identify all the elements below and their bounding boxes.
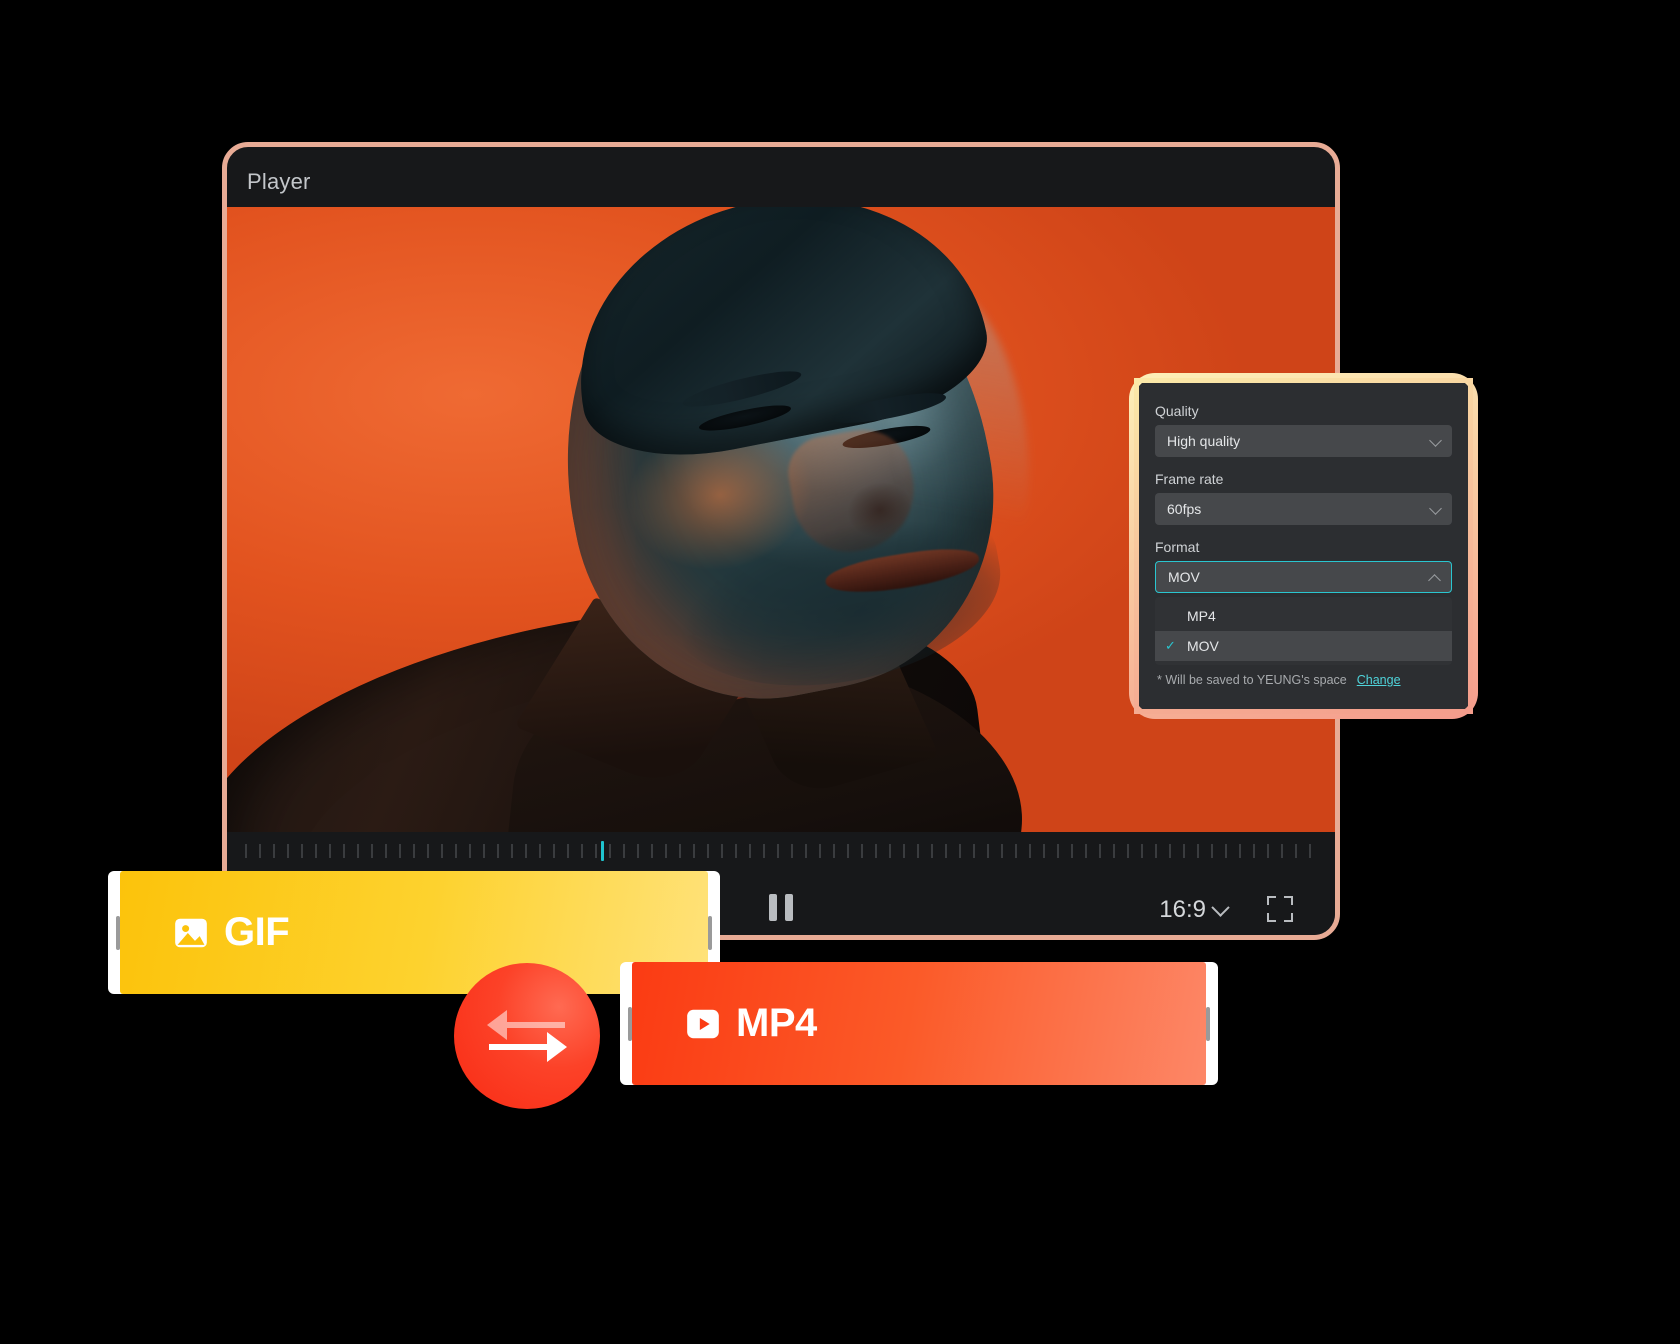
swap-arrows-icon <box>487 1010 567 1062</box>
change-location-link[interactable]: Change <box>1357 673 1401 687</box>
quality-select[interactable]: High quality <box>1155 425 1452 457</box>
swap-format-button[interactable] <box>454 963 600 1109</box>
trim-handle-right[interactable] <box>708 915 712 950</box>
trim-handle-right[interactable] <box>1206 1006 1210 1041</box>
format-label: Format <box>1155 539 1200 555</box>
timeline-playhead[interactable] <box>601 841 604 861</box>
timeline-ticks <box>245 844 1321 858</box>
timeline-scrubber[interactable] <box>227 832 1335 870</box>
mp4-badge-label: MP4 <box>736 1001 817 1045</box>
chevron-down-icon <box>1429 502 1442 515</box>
format-select[interactable]: MOV <box>1155 561 1452 593</box>
format-option-label: MP4 <box>1187 608 1216 624</box>
format-option-label: MOV <box>1187 638 1219 654</box>
format-value: MOV <box>1168 569 1200 585</box>
pause-icon[interactable] <box>764 892 798 922</box>
mp4-format-badge[interactable]: MP4 <box>620 962 1218 1085</box>
format-dropdown-list: MP4 ✓ MOV <box>1155 597 1452 665</box>
chevron-down-icon <box>1211 897 1230 917</box>
save-note-text: * Will be saved to YEUNG's space <box>1157 673 1347 687</box>
chevron-down-icon <box>1429 434 1442 447</box>
export-settings-panel: Quality High quality Frame rate 60fps Fo… <box>1134 378 1473 714</box>
aspect-ratio-label: 16:9 <box>1159 896 1206 923</box>
quality-value: High quality <box>1167 433 1241 449</box>
format-option-mov[interactable]: ✓ MOV <box>1155 631 1452 661</box>
format-option-mp4[interactable]: MP4 <box>1155 601 1452 631</box>
check-icon: ✓ <box>1165 638 1176 653</box>
gif-badge-label: GIF <box>224 910 290 954</box>
mp4-badge-body: MP4 <box>632 962 1206 1085</box>
fullscreen-icon[interactable] <box>1267 896 1293 922</box>
screenshot-root: Player 16:9 Quality High quality Frame r… <box>0 0 1680 1344</box>
frame-rate-value: 60fps <box>1167 501 1202 517</box>
frame-rate-select[interactable]: 60fps <box>1155 493 1452 525</box>
save-location-note: * Will be saved to YEUNG's space Change <box>1155 673 1452 687</box>
image-icon <box>172 914 210 952</box>
page-title: Player <box>247 169 311 194</box>
frame-rate-label: Frame rate <box>1155 471 1224 487</box>
quality-label: Quality <box>1155 403 1199 419</box>
play-video-icon <box>684 1005 722 1043</box>
chevron-up-icon <box>1428 574 1441 587</box>
aspect-ratio-selector[interactable]: 16:9 <box>1159 896 1230 924</box>
